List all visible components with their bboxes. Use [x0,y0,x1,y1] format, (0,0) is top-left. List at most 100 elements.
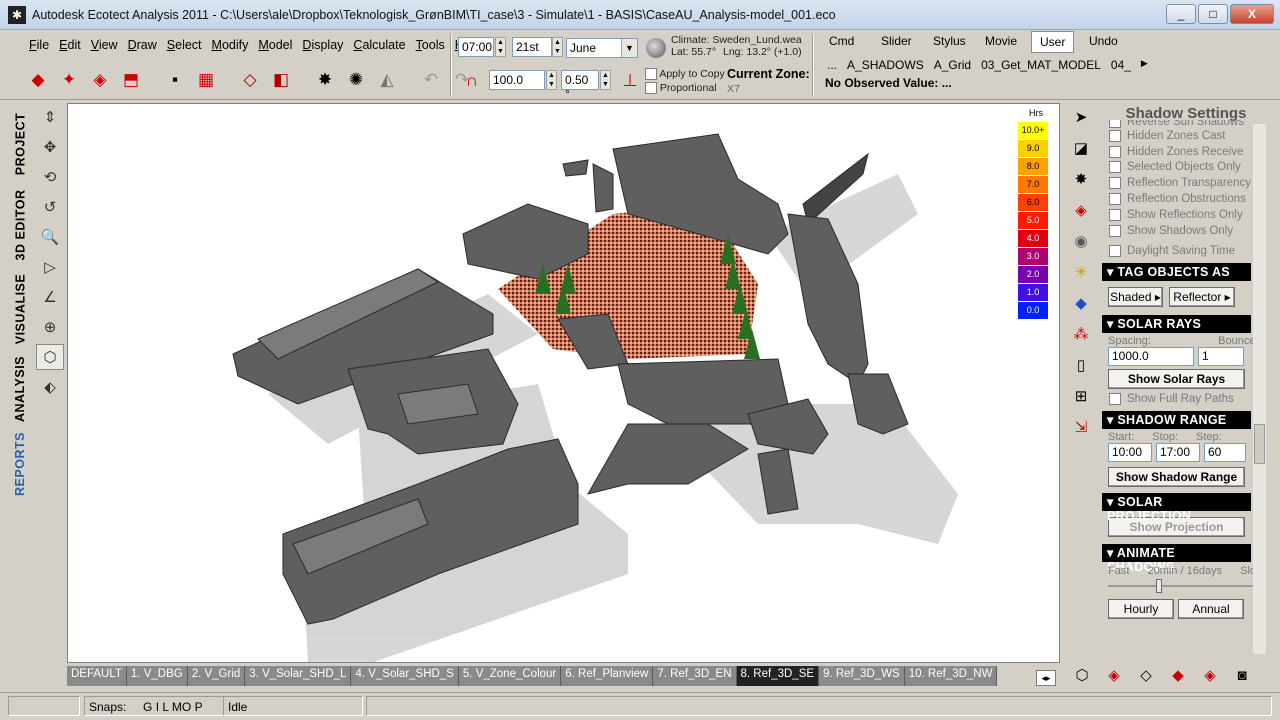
view-tab-7[interactable]: 7. Ref_3D_EN [653,666,737,686]
bin-icon[interactable]: ▯ [1067,352,1095,377]
annual-button[interactable]: Annual [1178,599,1244,620]
time-spinner[interactable]: ▲ ▼ [495,37,506,57]
eye-icon[interactable]: ◉ [1067,228,1095,253]
view-tab-6[interactable]: 6. Ref_Planview [561,666,654,686]
shadow-option[interactable]: Show Reflections Only [1101,207,1271,223]
tab-slider[interactable]: Slider [873,31,920,53]
step-input[interactable]: 60 [1204,443,1246,463]
tab-scroll-icon[interactable]: ◂▸ [1036,670,1056,686]
fit-view-icon[interactable]: ⬖ [36,374,64,400]
start-input[interactable]: 10:00 [1108,443,1152,463]
shadow-option-checkbox[interactable] [1109,129,1121,142]
tab-visualise[interactable]: VISUALISE [8,268,32,350]
layer-item[interactable]: A_SHADOWS [847,58,924,72]
tab-undo[interactable]: Undo [1081,31,1126,53]
tab-reports[interactable]: REPORTS [8,428,32,500]
menu-file[interactable]: File [24,36,54,54]
view-tab-10[interactable]: 10. Ref_3D_NW [904,666,998,686]
view-tab-4[interactable]: 4. V_Solar_SHD_S [351,666,459,686]
tab-user[interactable]: User [1031,31,1075,53]
shadow-option[interactable]: Hidden Zones Cast [1101,128,1271,144]
render-icon[interactable]: ▪ [161,66,189,94]
export-report-icon[interactable]: ⇲ [1067,414,1095,439]
show-shadow-range-button[interactable]: Show Shadow Range [1108,467,1245,488]
target-icon[interactable]: ⊕ [36,314,64,340]
apply-to-copy-option[interactable]: Apply to Copy [645,68,725,81]
menu-tools[interactable]: Tools [411,36,450,54]
bounces-input[interactable]: 1 [1198,347,1244,367]
menu-draw[interactable]: Draw [123,36,162,54]
slider-thumb[interactable] [1156,579,1162,594]
layer-item[interactable]: 04_ [1111,58,1131,72]
sun-icon[interactable]: ☀ [1067,259,1095,284]
view-tab-8[interactable]: 8. Ref_3D_SE [736,666,820,686]
shadow-display-icon[interactable]: ◆ [1164,662,1192,688]
close-button[interactable]: X [1230,4,1274,24]
day-spinner[interactable]: ▲ ▼ [552,37,563,57]
tab-3d-editor[interactable]: 3D EDITOR [8,184,32,266]
solar-rays-header[interactable]: ▾ SOLAR RAYS [1102,315,1251,334]
animation-speed-slider[interactable] [1108,577,1264,595]
reflector-button[interactable]: Reflector ▸ [1169,287,1235,308]
view-tab-3[interactable]: 3. V_Solar_SHD_L [245,666,352,686]
scrollbar-thumb[interactable] [1254,424,1265,464]
value-spinner[interactable]: ▲ ▼ [546,70,557,90]
show-projection-button[interactable]: Show Projection [1108,517,1245,538]
tab-analysis[interactable]: ANALYSIS [8,352,32,426]
globe-icon[interactable] [646,38,666,58]
view-tab-2[interactable]: 2. V_Grid [187,666,246,686]
solar-projection-header[interactable]: ▾ SOLAR PROJECTION [1102,493,1251,523]
animate-shadows-header[interactable]: ▾ ANIMATE SHADOWS [1102,544,1251,574]
apply-to-copy-checkbox[interactable] [645,68,657,81]
minimize-button[interactable]: _ [1166,4,1196,24]
grid-icon[interactable]: ◇ [236,66,264,94]
orbit-icon[interactable]: ⟲ [36,164,64,190]
tab-stylus[interactable]: Stylus [925,31,974,53]
visibility-icon[interactable]: ✸ [1067,166,1095,191]
view-tab-5[interactable]: 5. V_Zone_Colour [458,666,562,686]
daylight-saving-checkbox[interactable] [1109,245,1121,258]
day-input[interactable]: 21st [512,37,552,57]
rotate-icon[interactable]: ↺ [36,194,64,220]
material-icon[interactable]: ◪ [1067,135,1095,160]
shadow-option[interactable]: Reflection Obstructions [1101,191,1271,207]
pointer-icon[interactable]: ➤ [1067,104,1095,129]
open-model-icon[interactable]: ✦ [55,66,83,94]
chevron-down-icon[interactable]: ▼ [621,39,637,57]
undo-icon[interactable]: ↶ [417,66,445,94]
shadow-range-header[interactable]: ▾ SHADOW RANGE [1102,411,1251,430]
shadow-option-checkbox[interactable] [1109,177,1121,190]
export-icon[interactable]: ⬒ [117,66,145,94]
tab-cmd[interactable]: Cmd [821,31,862,53]
grid-display-icon[interactable]: ◈ [1100,662,1128,688]
layer-item[interactable]: A_Grid [934,58,971,72]
cube-icon[interactable]: ⬡ [36,344,64,370]
solid-display-icon[interactable]: ◈ [1196,662,1224,688]
pan-vertical-icon[interactable]: ⇕ [36,104,64,130]
shadow-option-checkbox[interactable] [1109,208,1121,221]
tag-objects-header[interactable]: ▾ TAG OBJECTS AS [1102,263,1251,282]
layer-item[interactable]: 03_Get_MAT_MODEL [981,58,1101,72]
shadow-option-checkbox[interactable] [1109,193,1121,206]
view-tab-1[interactable]: 1. V_DBG [126,666,188,686]
menu-calculate[interactable]: Calculate [348,36,410,54]
link-icon[interactable]: ✺ [342,66,370,94]
proportional-checkbox[interactable] [645,82,657,95]
full-ray-paths-checkbox[interactable] [1109,393,1121,406]
shadow-option[interactable]: Reflection Transparency [1101,175,1271,191]
maximize-button[interactable]: □ [1198,4,1228,24]
shadow-option[interactable]: Hidden Zones Receive [1101,144,1271,160]
surface-icon[interactable]: ◭ [373,66,401,94]
angle-icon[interactable]: ∠ [36,284,64,310]
shaded-button[interactable]: Shaded ▸ [1108,287,1163,308]
show-full-ray-paths-option[interactable]: Show Full Ray Paths [1101,391,1271,407]
particles-icon[interactable]: ⁂ [1067,321,1095,346]
perspective-icon[interactable]: ▷ [36,254,64,280]
view-tab-9[interactable]: 9. Ref_3D_WS [819,666,905,686]
save-model-icon[interactable]: ◈ [86,66,114,94]
camera-icon[interactable]: ◙ [1228,662,1256,688]
menu-view[interactable]: View [86,36,123,54]
wireframe-icon[interactable]: ⬡ [1068,662,1096,688]
menu-select[interactable]: Select [162,36,207,54]
tab-project[interactable]: PROJECT [8,108,32,180]
